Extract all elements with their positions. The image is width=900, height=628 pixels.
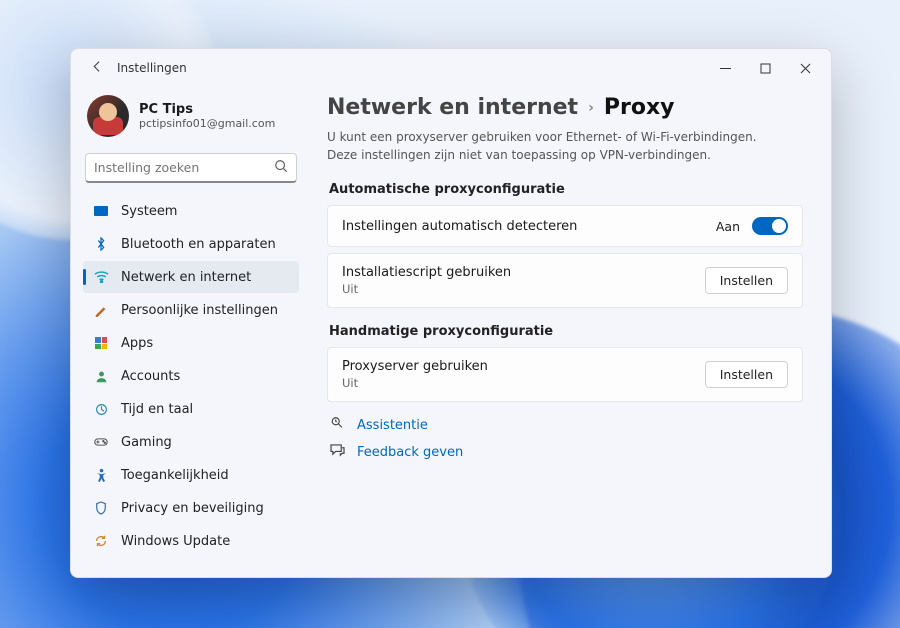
section-heading-auto: Automatische proxyconfiguratie	[329, 182, 803, 197]
minimize-button[interactable]	[705, 53, 745, 83]
sidebar-item-label: Bluetooth en apparaten	[121, 237, 276, 252]
sidebar-item-label: Netwerk en internet	[121, 270, 251, 285]
bluetooth-icon	[93, 236, 109, 252]
sidebar-item-netwerk[interactable]: Netwerk en internet	[83, 261, 299, 293]
sidebar-item-label: Apps	[121, 336, 153, 351]
card-manual-proxy: Proxyserver gebruiken Uit Instellen	[327, 347, 803, 402]
feedback-link-label: Feedback geven	[357, 445, 463, 460]
card-setup-script: Installatiescript gebruiken Uit Instelle…	[327, 253, 803, 308]
sidebar-item-label: Toegankelijkheid	[121, 468, 229, 483]
sidebar: PC Tips pctipsinfo01@gmail.com Systeem	[71, 87, 307, 577]
personalization-icon	[93, 302, 109, 318]
accessibility-icon	[93, 467, 109, 483]
settings-window: Instellingen PC Tips pctipsinfo01@gmail.…	[70, 48, 832, 578]
page-subtitle: U kunt een proxyserver gebruiken voor Et…	[327, 128, 787, 164]
back-button[interactable]	[85, 60, 109, 77]
help-icon	[329, 416, 345, 434]
sidebar-item-label: Persoonlijke instellingen	[121, 303, 278, 318]
nav-list: Systeem Bluetooth en apparaten Netwerk e…	[83, 195, 299, 557]
accounts-icon	[93, 368, 109, 384]
feedback-icon	[329, 444, 345, 461]
chevron-right-icon: ›	[588, 100, 594, 116]
close-button[interactable]	[785, 53, 825, 83]
help-link-label: Assistentie	[357, 418, 428, 433]
profile-email: pctipsinfo01@gmail.com	[139, 117, 275, 130]
avatar	[87, 95, 129, 137]
breadcrumb-current: Proxy	[604, 95, 675, 120]
sidebar-item-tijd[interactable]: Tijd en taal	[83, 393, 299, 425]
card-sub: Uit	[342, 376, 693, 390]
network-icon	[93, 269, 109, 285]
system-icon	[93, 203, 109, 219]
card-title: Instellingen automatisch detecteren	[342, 219, 704, 234]
maximize-button[interactable]	[745, 53, 785, 83]
manual-proxy-button[interactable]: Instellen	[705, 361, 788, 388]
profile-block[interactable]: PC Tips pctipsinfo01@gmail.com	[83, 91, 299, 149]
section-heading-manual: Handmatige proxyconfiguratie	[329, 324, 803, 339]
card-sub: Uit	[342, 282, 693, 296]
sidebar-item-label: Accounts	[121, 369, 180, 384]
feedback-link[interactable]: Feedback geven	[327, 444, 803, 461]
sidebar-item-label: Windows Update	[121, 534, 230, 549]
privacy-icon	[93, 500, 109, 516]
sidebar-item-apps[interactable]: Apps	[83, 327, 299, 359]
help-link[interactable]: Assistentie	[327, 416, 803, 434]
breadcrumb-parent[interactable]: Netwerk en internet	[327, 95, 578, 120]
sidebar-item-label: Gaming	[121, 435, 172, 450]
sidebar-item-privacy[interactable]: Privacy en beveiliging	[83, 492, 299, 524]
sidebar-item-toegankelijkheid[interactable]: Toegankelijkheid	[83, 459, 299, 491]
titlebar: Instellingen	[71, 49, 831, 87]
card-auto-detect: Instellingen automatisch detecteren Aan	[327, 205, 803, 247]
sidebar-item-systeem[interactable]: Systeem	[83, 195, 299, 227]
apps-icon	[93, 335, 109, 351]
sidebar-item-label: Tijd en taal	[121, 402, 193, 417]
profile-name: PC Tips	[139, 102, 275, 117]
main-content: Netwerk en internet › Proxy U kunt een p…	[307, 87, 831, 577]
help-links: Assistentie Feedback geven	[327, 416, 803, 461]
sidebar-item-label: Privacy en beveiliging	[121, 501, 264, 516]
gaming-icon	[93, 434, 109, 450]
sidebar-item-accounts[interactable]: Accounts	[83, 360, 299, 392]
window-title: Instellingen	[117, 61, 187, 75]
sidebar-item-bluetooth[interactable]: Bluetooth en apparaten	[83, 228, 299, 260]
update-icon	[93, 533, 109, 549]
toggle-state-label: Aan	[716, 219, 740, 234]
search-input[interactable]	[94, 160, 274, 175]
sidebar-item-persoonlijk[interactable]: Persoonlijke instellingen	[83, 294, 299, 326]
time-icon	[93, 401, 109, 417]
search-box[interactable]	[85, 153, 297, 183]
sidebar-item-update[interactable]: Windows Update	[83, 525, 299, 557]
card-title: Proxyserver gebruiken	[342, 359, 693, 374]
sidebar-item-label: Systeem	[121, 204, 177, 219]
auto-detect-toggle[interactable]	[752, 217, 788, 235]
breadcrumb: Netwerk en internet › Proxy	[327, 95, 803, 120]
sidebar-item-gaming[interactable]: Gaming	[83, 426, 299, 458]
card-title: Installatiescript gebruiken	[342, 265, 693, 280]
setup-script-button[interactable]: Instellen	[705, 267, 788, 294]
search-icon	[274, 158, 288, 177]
